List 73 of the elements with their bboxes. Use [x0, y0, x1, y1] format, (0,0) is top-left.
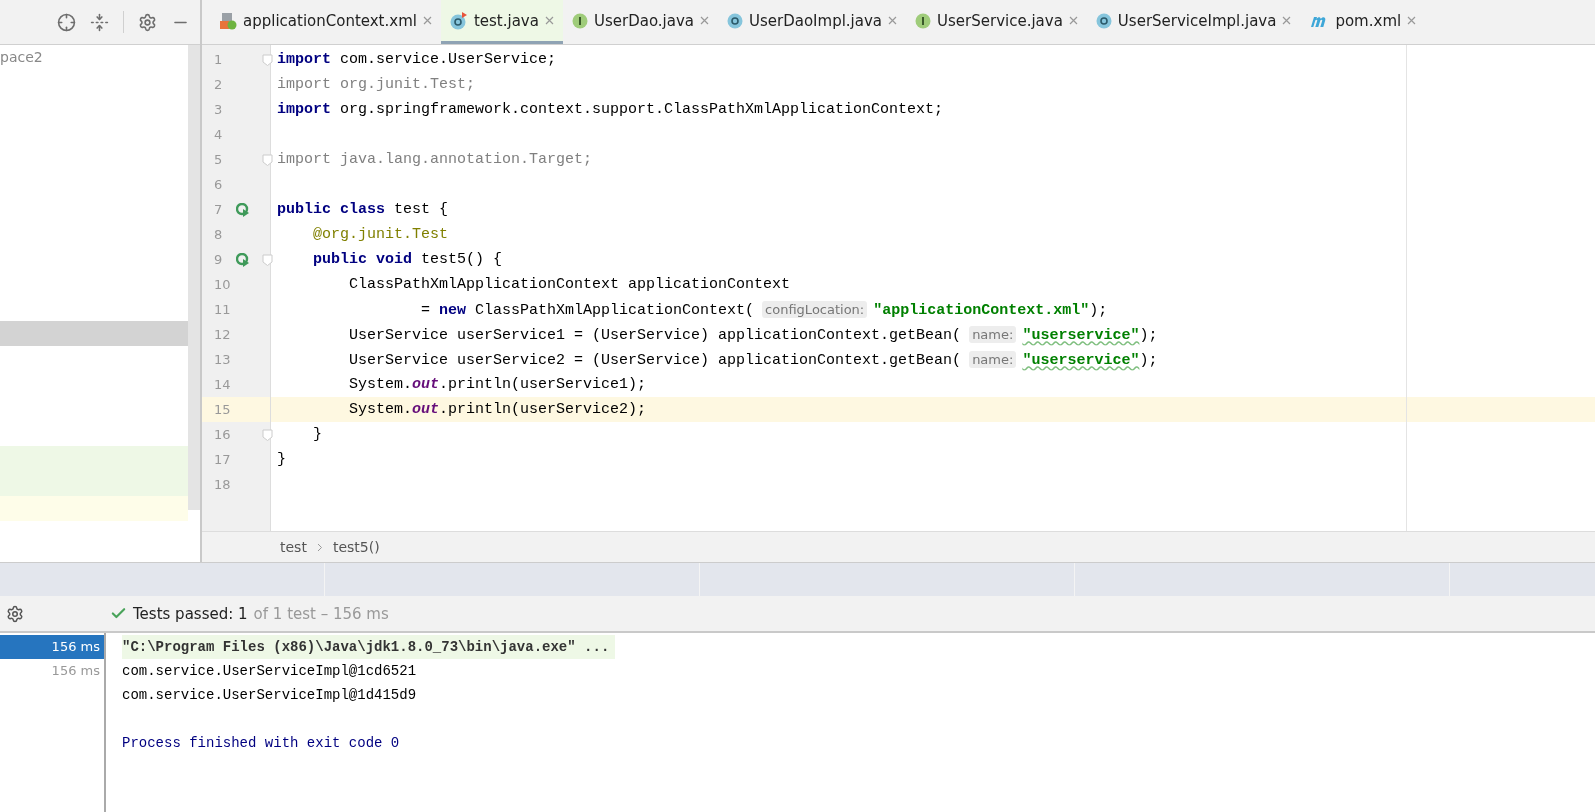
console-line: com.service.UserServiceImpl@1cd6521 — [122, 662, 418, 681]
scrollbar[interactable] — [188, 45, 200, 510]
class-icon — [1095, 12, 1112, 29]
close-icon[interactable] — [422, 16, 432, 25]
line-number: 8 — [214, 227, 224, 242]
editor-tab[interactable]: UserDao.java — [562, 0, 718, 44]
class-icon — [727, 12, 743, 29]
close-icon[interactable] — [888, 16, 898, 25]
collapse-icon[interactable] — [90, 12, 109, 32]
line-number: 3 — [214, 102, 224, 117]
code-line: import org.springframework.context.support.ClassPathXmlApplicationContext; — [276, 100, 945, 120]
line-number: 16 — [214, 427, 232, 442]
run-icon[interactable] — [236, 252, 250, 267]
line-number: 11 — [214, 302, 232, 317]
settings-icon[interactable] — [6, 604, 24, 623]
code-line: = new ClassPathXmlApplicationContext( configLocation: "applicationContext.xml"); — [420, 300, 1109, 321]
line-number: 12 — [214, 327, 232, 342]
line-number: 4 — [214, 127, 224, 142]
close-icon[interactable] — [700, 16, 709, 25]
test-detail: of 1 test – 156 ms — [253, 604, 389, 623]
chevron-icon — [316, 542, 323, 552]
class-icon — [449, 11, 468, 30]
xml-file-icon — [219, 11, 237, 30]
close-icon[interactable] — [544, 16, 554, 25]
editor-tab[interactable]: applicationContext.xml — [210, 0, 441, 44]
line-number: 2 — [214, 77, 224, 92]
editor-tab[interactable]: UserServiceImpl.java — [1086, 0, 1301, 44]
code-line: public void test5() { — [312, 250, 504, 270]
code-line: import com.service.UserService; — [276, 50, 558, 70]
editor-tab[interactable]: test.java — [440, 0, 563, 44]
tree-item[interactable]: pace2 — [0, 45, 43, 70]
fold-icon[interactable] — [262, 153, 273, 166]
close-icon[interactable] — [1407, 16, 1417, 25]
breadcrumb[interactable]: test5() — [332, 539, 380, 555]
code-line: import java.lang.annotation.Target; — [276, 150, 594, 170]
editor-tab[interactable]: UserDaoImpl.java — [718, 0, 907, 44]
console-line: com.service.UserServiceImpl@1d415d9 — [122, 686, 418, 705]
line-number: 14 — [214, 377, 232, 392]
fold-icon[interactable] — [262, 53, 273, 66]
line-number: 6 — [214, 177, 224, 192]
code-line: UserService userService1 = (UserService) applicationContext.getBean( name: "userservice"); — [348, 325, 1159, 346]
test-status: Tests passed: 1 — [133, 604, 248, 623]
close-icon[interactable] — [1068, 16, 1078, 25]
code-line: } — [276, 450, 287, 470]
line-number: 17 — [214, 452, 232, 467]
line-number: 13 — [214, 352, 232, 367]
code-line: @org.junit.Test — [312, 225, 450, 245]
line-number: 10 — [214, 277, 232, 292]
close-icon[interactable] — [1282, 16, 1292, 25]
test-row[interactable]: 156 ms — [0, 635, 104, 659]
line-number: 5 — [214, 152, 224, 167]
interface-icon — [571, 12, 588, 29]
settings-icon[interactable] — [138, 12, 157, 32]
line-number: 7 — [214, 202, 224, 217]
line-number: 15 — [214, 402, 232, 417]
interface-icon — [915, 12, 932, 29]
code-line: public class test { — [276, 200, 450, 220]
code-line: ClassPathXmlApplicationContext applicationContext — [348, 275, 792, 295]
code-line: UserService userService2 = (UserService) applicationContext.getBean( name: "userservice"); — [348, 350, 1159, 371]
code-line: } — [312, 425, 323, 445]
run-icon[interactable] — [236, 202, 250, 217]
console-line: Process finished with exit code 0 — [122, 734, 401, 753]
breadcrumb[interactable]: test — [280, 539, 307, 555]
fold-icon[interactable] — [262, 428, 273, 441]
code-line: System.out.println(userService1); — [348, 375, 648, 395]
line-number: 18 — [214, 477, 232, 492]
line-number: 1 — [214, 52, 224, 67]
locate-icon[interactable] — [57, 12, 76, 32]
code-line: import org.junit.Test; — [276, 75, 477, 95]
editor-tab[interactable]: pom.xml — [1300, 0, 1426, 44]
editor-tab[interactable]: UserService.java — [906, 0, 1087, 44]
line-number: 9 — [214, 252, 224, 267]
fold-icon[interactable] — [262, 253, 273, 266]
